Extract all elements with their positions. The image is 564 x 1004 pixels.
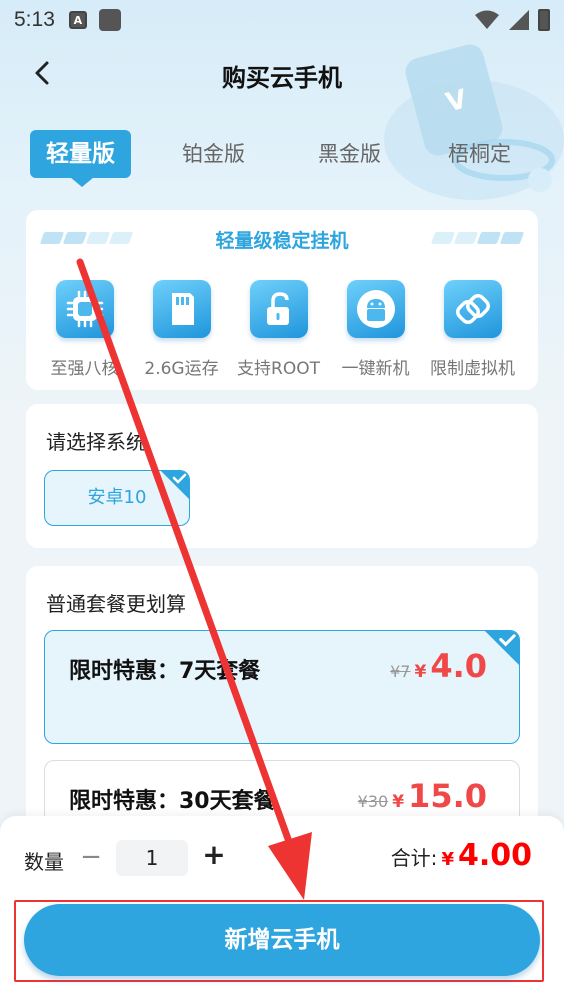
check-icon [161, 471, 189, 499]
total-value: 4.00 [457, 838, 532, 873]
header: 购买云手机 [0, 48, 564, 98]
sd-card-icon [152, 280, 211, 338]
feature-label: 2.6G运存 [144, 359, 219, 379]
total-label: 合计: [390, 846, 438, 870]
feature-cpu: 至强八核 [36, 280, 133, 379]
bottom-bar: 数量 − 1 + 合计: ¥ 4.00 新增云手机 [0, 816, 564, 1004]
signal-icon [509, 10, 529, 30]
package-price: ¥30 ¥ 15.0 [358, 777, 487, 815]
feature-memory: 2.6G运存 [133, 280, 230, 379]
feature-label: 至强八核 [50, 359, 119, 379]
currency-symbol: ¥ [414, 662, 427, 682]
total-price: 合计: ¥ 4.00 [391, 838, 532, 873]
android-icon [346, 280, 405, 338]
current-price: 4.0 [430, 647, 487, 685]
system-card: 请选择系统 安卓10 [26, 404, 538, 548]
tab-black-gold[interactable]: 黑金版 [318, 130, 381, 178]
feature-new-device: 一键新机 [327, 280, 424, 379]
feature-label: 支持ROOT [237, 359, 320, 379]
system-option-label: 安卓10 [87, 487, 147, 508]
total-currency: ¥ [441, 849, 454, 870]
package-7-days[interactable]: 限时特惠：7天套餐 ¥7 ¥ 4.0 [44, 630, 520, 744]
quantity-label: 数量 [24, 850, 64, 874]
check-icon [485, 631, 519, 665]
tab-wutong[interactable]: 梧桐定 [448, 130, 511, 178]
system-option-android10[interactable]: 安卓10 [44, 470, 190, 526]
tab-bar: 轻量版 铂金版 黑金版 梧桐定 [28, 130, 548, 187]
currency-symbol: ¥ [392, 792, 405, 812]
wifi-icon [475, 10, 499, 29]
current-price: 15.0 [408, 777, 487, 815]
link-icon [443, 280, 502, 338]
feature-label: 限制虚拟机 [430, 359, 515, 379]
packages-title: 普通套餐更划算 [46, 592, 186, 616]
unlock-icon [249, 280, 308, 338]
cpu-icon [55, 280, 114, 338]
features-card: 轻量级稳定挂机 至强八核 2.6G运存 支持ROOT 一键新机 限制虚拟机 [26, 210, 538, 390]
feature-vm-limit: 限制虚拟机 [424, 280, 521, 379]
tab-platinum[interactable]: 铂金版 [182, 130, 245, 178]
battery-icon [538, 9, 550, 31]
old-price: ¥7 [390, 662, 411, 681]
feature-label: 一键新机 [341, 359, 410, 379]
status-time: 5:13 [14, 8, 55, 31]
page-title: 购买云手机 [222, 64, 342, 92]
title-decoration-right [430, 232, 525, 244]
package-name: 限时特惠：7天套餐 [69, 659, 261, 684]
package-price: ¥7 ¥ 4.0 [390, 647, 487, 685]
notification-app-icon [98, 9, 121, 31]
feature-root: 支持ROOT [230, 280, 327, 379]
notification-a-icon: A [68, 11, 87, 29]
quantity-minus-button[interactable]: − [80, 842, 102, 872]
tab-pointer [70, 177, 94, 187]
status-bar: 5:13 A [0, 0, 564, 40]
add-cloud-phone-button[interactable]: 新增云手机 [24, 904, 540, 976]
tab-lite[interactable]: 轻量版 [30, 130, 131, 178]
system-title: 请选择系统 [46, 430, 146, 454]
quantity-input[interactable]: 1 [116, 840, 188, 876]
quantity-plus-button[interactable]: + [202, 838, 226, 872]
package-name: 限时特惠：30天套餐 [69, 789, 276, 814]
old-price: ¥30 [357, 792, 389, 811]
